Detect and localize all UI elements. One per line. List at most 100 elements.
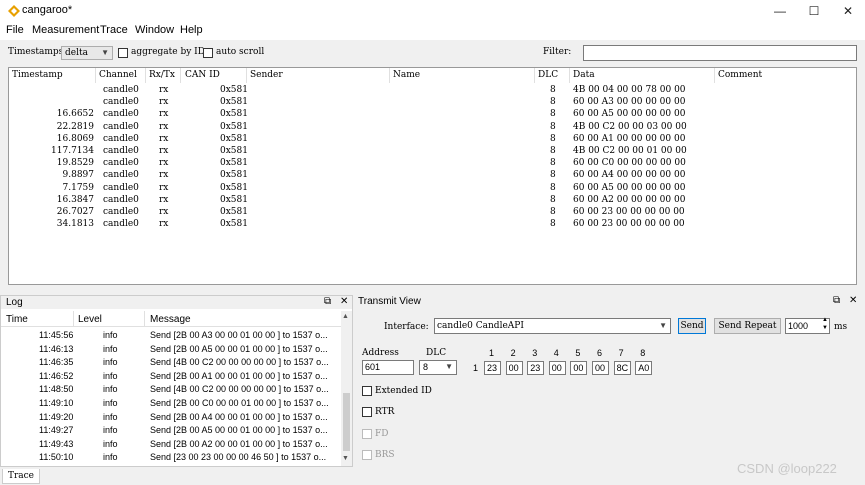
- log-row[interactable]: 11:49:43 info Send [2B 00 A2 00 00 01 00 0…: [1, 438, 341, 451]
- col-channel[interactable]: Channel: [99, 70, 137, 84]
- autoscroll-checkbox[interactable]: [203, 48, 213, 58]
- column-divider[interactable]: [714, 68, 715, 83]
- column-divider[interactable]: [180, 68, 181, 83]
- col-sender[interactable]: Sender: [250, 70, 283, 84]
- table-row[interactable]: 22.2819 candle0 rx 0x581 8 4B 00 C2 00 00 03 …: [9, 121, 856, 133]
- aggregate-checkbox[interactable]: [118, 48, 128, 58]
- send-repeat-button[interactable]: Send Repeat: [714, 318, 781, 334]
- interface-value: candle0 CandleAPI: [437, 321, 524, 331]
- log-scrollbar[interactable]: ▲ ▼: [341, 311, 352, 466]
- rtr-checkbox[interactable]: [362, 407, 372, 417]
- byte-input[interactable]: 23: [527, 361, 545, 375]
- col-name[interactable]: Name: [393, 70, 420, 84]
- dlc-select[interactable]: 8 ▼: [419, 360, 457, 375]
- address-input[interactable]: 601: [362, 360, 414, 375]
- col-canid[interactable]: CAN ID: [185, 70, 220, 84]
- menu-window[interactable]: Window: [135, 24, 174, 36]
- close-button[interactable]: ✕: [831, 0, 865, 22]
- col-comment[interactable]: Comment: [718, 70, 762, 84]
- byte-input[interactable]: 00: [505, 361, 523, 375]
- log-row[interactable]: 11:49:10 info Send [2B 00 C0 00 00 01 00 0…: [1, 397, 341, 410]
- direction-cell: rx: [159, 207, 169, 217]
- log-row[interactable]: 11:49:20 info Send [2B 00 A4 00 00 01 00 0…: [1, 411, 341, 424]
- col-rxtx[interactable]: Rx/Tx: [149, 70, 175, 84]
- table-row[interactable]: 19.8529 candle0 rx 0x581 8 60 00 C0 00 00 00 …: [9, 157, 856, 169]
- filter-input[interactable]: [583, 45, 857, 61]
- repeat-interval-spinbox[interactable]: 1000 ▲ ▼: [785, 317, 830, 334]
- col-message[interactable]: Message: [150, 314, 191, 325]
- spin-down-icon[interactable]: ▼: [822, 325, 828, 331]
- byte-input[interactable]: 23: [484, 361, 501, 375]
- close-icon[interactable]: ✕: [340, 296, 348, 307]
- col-level[interactable]: Level: [78, 314, 102, 325]
- menu-measurement[interactable]: Measurement: [32, 24, 99, 36]
- undock-icon[interactable]: ⧉: [324, 296, 331, 307]
- dlc-cell: 8: [550, 158, 556, 169]
- table-row[interactable]: 9.8897 candle0 rx 0x581 8 60 00 A4 00 00 00 0…: [9, 169, 856, 181]
- column-divider[interactable]: [246, 68, 247, 83]
- log-header: Time Level Message: [1, 311, 341, 327]
- data-cell: 60 00 A5 00 00 00 00 00: [573, 182, 686, 193]
- undock-icon[interactable]: ⧉: [833, 295, 840, 306]
- table-row[interactable]: 117.7134 candle0 rx 0x581 8 4B 00 C2 00 00 01…: [9, 145, 856, 157]
- column-divider[interactable]: [389, 68, 390, 83]
- col-time[interactable]: Time: [6, 314, 28, 325]
- minimize-button[interactable]: —: [763, 0, 797, 22]
- log-panel: Log ⧉ ✕ Time Level Message 11:45:56 info S…: [0, 295, 353, 467]
- table-row[interactable]: candle0 rx 0x581 8 60 00 A3 00 00 00 00 00: [9, 96, 856, 108]
- fd-label: FD: [375, 429, 389, 439]
- column-divider[interactable]: [534, 68, 535, 83]
- log-row[interactable]: 11:45:56 info Send [2B 00 A3 00 00 01 00 0…: [1, 329, 341, 342]
- column-divider[interactable]: [144, 311, 145, 326]
- watermark: CSDN @loop222: [737, 461, 837, 476]
- byte-input[interactable]: 00: [548, 361, 566, 375]
- table-row[interactable]: 7.1759 candle0 rx 0x581 8 60 00 A5 00 00 00 0…: [9, 182, 856, 194]
- trace-table: Timestamp Channel Rx/Tx CAN ID Sender Na…: [8, 67, 857, 285]
- table-row[interactable]: 26.7027 candle0 rx 0x581 8 60 00 23 00 00 00 …: [9, 206, 856, 218]
- direction-cell: rx: [159, 170, 169, 181]
- scrollbar-thumb[interactable]: [343, 393, 350, 451]
- timestamps-select[interactable]: delta ▼: [61, 46, 113, 60]
- log-row[interactable]: 11:46:52 info Send [2B 00 A1 00 00 01 00 0…: [1, 370, 341, 383]
- byte-header: 6: [597, 348, 603, 358]
- log-row[interactable]: 11:48:50 info Send [4B 00 C2 00 00 00 00 0…: [1, 383, 341, 396]
- log-row[interactable]: 11:49:27 info Send [2B 00 A5 00 00 01 00 0…: [1, 424, 341, 437]
- close-icon[interactable]: ✕: [849, 295, 857, 306]
- menu-trace[interactable]: Trace: [100, 24, 128, 36]
- tab-trace[interactable]: Trace: [2, 469, 40, 484]
- log-time-cell: 11:49:10: [39, 398, 74, 408]
- maximize-button[interactable]: ☐: [797, 0, 831, 22]
- col-dlc[interactable]: DLC: [538, 70, 558, 84]
- column-divider[interactable]: [145, 68, 146, 83]
- byte-input[interactable]: 8C: [613, 361, 631, 375]
- table-row[interactable]: 16.6652 candle0 rx 0x581 8 60 00 A5 00 00 00 …: [9, 108, 856, 120]
- log-row[interactable]: 11:46:13 info Send [2B 00 A5 00 00 01 00 0…: [1, 343, 341, 356]
- col-timestamp[interactable]: Timestamp: [12, 70, 63, 84]
- table-row[interactable]: 16.3847 candle0 rx 0x581 8 60 00 A2 00 00 00 …: [9, 194, 856, 206]
- byte-input[interactable]: 00: [592, 361, 609, 375]
- column-divider[interactable]: [73, 311, 74, 326]
- transmit-panel-title: Transmit View: [358, 296, 421, 307]
- scroll-up-icon[interactable]: ▲: [342, 313, 349, 320]
- byte-input[interactable]: A0: [635, 361, 653, 375]
- log-row[interactable]: 11:46:35 info Send [4B 00 C2 00 00 00 00 0…: [1, 356, 341, 369]
- byte-header: 2: [510, 348, 516, 358]
- byte-header: 3: [532, 348, 538, 358]
- table-row[interactable]: candle0 rx 0x581 8 4B 00 04 00 00 78 00 00: [9, 84, 856, 96]
- scroll-down-icon[interactable]: ▼: [342, 455, 349, 462]
- filter-label: Filter:: [543, 47, 572, 57]
- send-button[interactable]: Send: [678, 318, 706, 334]
- log-row[interactable]: 11:50:10 info Send [23 00 23 00 00 00 46 5…: [1, 451, 341, 464]
- column-divider[interactable]: [569, 68, 570, 83]
- byte-input[interactable]: 00: [570, 361, 588, 375]
- column-divider[interactable]: [95, 68, 96, 83]
- col-data[interactable]: Data: [573, 70, 595, 84]
- spin-up-icon[interactable]: ▲: [822, 317, 828, 323]
- menu-help[interactable]: Help: [180, 24, 203, 36]
- table-row[interactable]: 16.8069 candle0 rx 0x581 8 60 00 A1 00 00 00 …: [9, 133, 856, 145]
- interface-select[interactable]: candle0 CandleAPI ▼: [434, 318, 671, 334]
- menu-file[interactable]: File: [6, 24, 24, 36]
- address-label: Address: [362, 348, 399, 358]
- table-row[interactable]: 34.1813 candle0 rx 0x581 8 60 00 23 00 00 00 …: [9, 218, 856, 230]
- extended-id-checkbox[interactable]: [362, 386, 372, 396]
